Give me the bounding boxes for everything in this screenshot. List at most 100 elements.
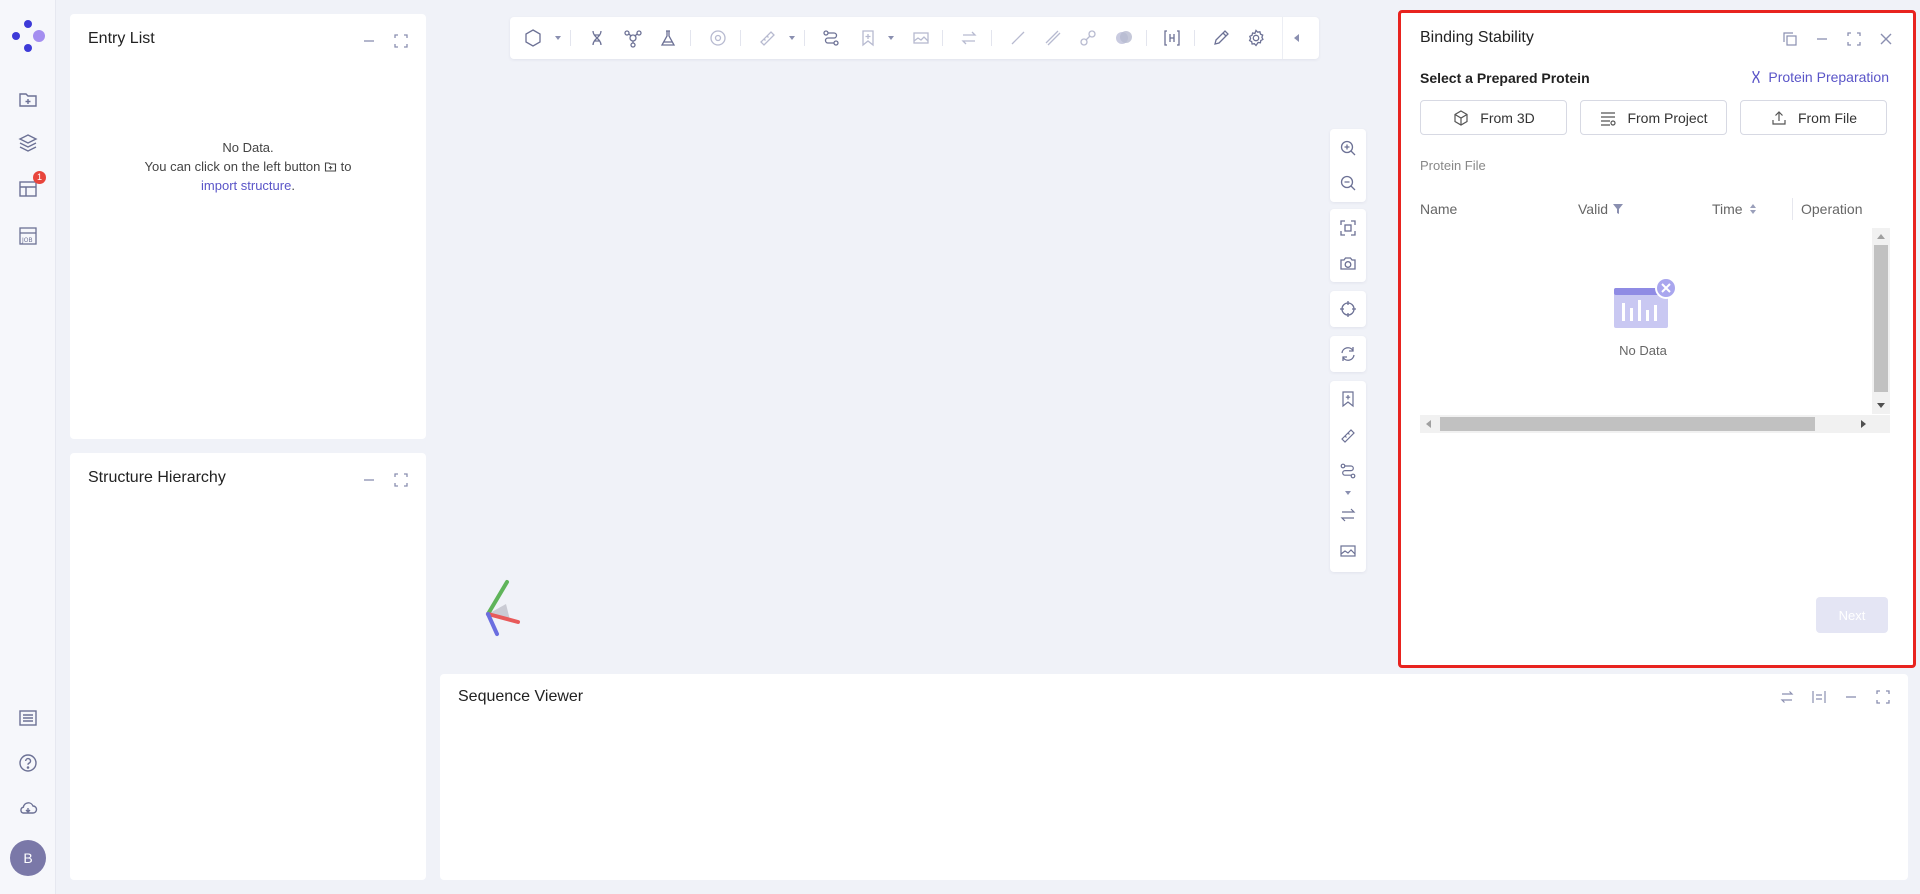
list-icon <box>1601 111 1617 126</box>
dna-button[interactable] <box>586 27 608 49</box>
hydrogen-button[interactable] <box>1161 27 1183 49</box>
jobs-button[interactable]: JOB <box>14 222 42 250</box>
bookmark-plus-icon <box>1342 391 1354 408</box>
cloud-button[interactable] <box>14 794 42 822</box>
measure-button[interactable] <box>756 27 778 49</box>
from-3d-label: From 3D <box>1480 109 1535 126</box>
table-view-button[interactable]: 1 <box>14 171 46 203</box>
list-icon <box>19 710 37 726</box>
surface-button[interactable] <box>707 27 729 49</box>
fullscreen-button[interactable] <box>1845 30 1863 48</box>
select-protein-label: Select a Prepared Protein <box>1420 70 1590 86</box>
bookmark-add-button[interactable] <box>857 27 879 49</box>
bond-tool-button[interactable] <box>1042 27 1064 49</box>
path-button[interactable] <box>820 27 842 49</box>
collapse-toolbar-button[interactable] <box>1294 34 1299 42</box>
protein-preparation-link[interactable]: Protein Preparation <box>1749 69 1889 85</box>
annotation-toolbar <box>1330 381 1366 572</box>
line-tool-button[interactable] <box>1007 27 1029 49</box>
vertical-scrollbar[interactable] <box>1872 228 1890 414</box>
rotate-button[interactable] <box>1338 344 1358 364</box>
from-project-label: From Project <box>1627 109 1708 126</box>
fit-view-button[interactable] <box>1338 218 1358 238</box>
dna-icon <box>592 30 602 46</box>
image-button[interactable] <box>910 27 932 49</box>
panel-title: Binding Stability <box>1420 29 1534 46</box>
overlay-button[interactable] <box>1113 27 1135 49</box>
chevron-down-icon[interactable] <box>555 36 561 40</box>
layers-button[interactable] <box>14 129 42 157</box>
zoom-toolbar <box>1330 129 1366 202</box>
center-view-button[interactable] <box>1338 299 1358 319</box>
scroll-thumb[interactable] <box>1874 245 1888 392</box>
close-button[interactable] <box>1877 30 1895 48</box>
sort-icon[interactable] <box>1748 203 1758 215</box>
app-logo-icon[interactable] <box>8 18 48 54</box>
close-icon <box>1880 33 1892 45</box>
from-file-button[interactable]: From File <box>1740 100 1887 135</box>
import-structure-link[interactable]: import structure <box>201 178 291 193</box>
task-list-button[interactable] <box>14 704 42 732</box>
scroll-left-icon[interactable] <box>1426 420 1431 428</box>
settings-button[interactable] <box>1245 27 1267 49</box>
chevron-down-icon[interactable] <box>888 36 894 40</box>
minimize-button[interactable] <box>360 471 378 489</box>
scroll-right-icon[interactable] <box>1861 420 1866 428</box>
empty-hint-text: You can click on the left button <box>144 159 321 174</box>
fullscreen-button[interactable] <box>392 471 410 489</box>
user-avatar[interactable]: B <box>10 840 46 876</box>
pencil-icon <box>1214 30 1229 45</box>
align-button[interactable] <box>958 27 980 49</box>
link-icon <box>1080 30 1096 46</box>
entry-list-panel: Entry List No Data. You can click on the… <box>70 14 426 439</box>
fullscreen-button[interactable] <box>1874 688 1892 706</box>
path-button[interactable] <box>1338 461 1358 481</box>
sequence-wrap-button[interactable] <box>1810 688 1828 706</box>
chevron-down-icon[interactable] <box>1345 491 1351 495</box>
rotate-toolbar <box>1330 336 1366 372</box>
empty-chart-icon <box>1614 277 1677 328</box>
column-header-time[interactable]: Time <box>1712 193 1758 225</box>
zoom-out-button[interactable] <box>1338 173 1358 193</box>
minimize-button[interactable] <box>1813 30 1831 48</box>
screenshot-button[interactable] <box>1338 253 1358 273</box>
flask-button[interactable] <box>657 27 679 49</box>
empty-text: No Data <box>1619 343 1667 358</box>
popout-button[interactable] <box>1781 30 1799 48</box>
entry-list-empty-state: No Data. You can click on the left butto… <box>70 138 426 195</box>
bookmark-button[interactable] <box>1338 389 1358 409</box>
flask-icon <box>660 30 676 46</box>
scroll-thumb[interactable] <box>1440 417 1815 431</box>
scroll-down-icon[interactable] <box>1877 403 1885 408</box>
filter-icon[interactable] <box>1613 203 1624 215</box>
empty-hint-text-end: to <box>340 159 352 174</box>
fullscreen-button[interactable] <box>392 32 410 50</box>
zoom-in-button[interactable] <box>1338 138 1358 158</box>
from-3d-button[interactable]: From 3D <box>1420 100 1567 135</box>
minimize-button[interactable] <box>1842 688 1860 706</box>
zoom-in-icon <box>1340 140 1356 156</box>
molecule-button[interactable] <box>622 27 644 49</box>
minimize-icon <box>1846 696 1856 698</box>
minimize-button[interactable] <box>360 32 378 50</box>
cloud-icon <box>20 802 38 814</box>
scroll-up-icon[interactable] <box>1877 234 1885 239</box>
line-icon <box>1011 31 1025 45</box>
chevron-down-icon[interactable] <box>789 36 795 40</box>
edit-button[interactable] <box>1210 27 1232 49</box>
import-structure-button[interactable] <box>14 85 42 113</box>
protein-preparation-label: Protein Preparation <box>1768 69 1889 85</box>
column-header-valid[interactable]: Valid <box>1578 193 1624 225</box>
help-button[interactable] <box>14 749 42 777</box>
from-project-button[interactable]: From Project <box>1580 100 1727 135</box>
align-button[interactable] <box>1338 505 1358 525</box>
display-style-button[interactable] <box>522 27 544 49</box>
axes-gizmo <box>480 578 530 638</box>
sequence-align-button[interactable] <box>1778 688 1796 706</box>
table-empty-state: No Data <box>1420 276 1866 358</box>
image-button[interactable] <box>1338 541 1358 561</box>
next-button[interactable]: Next <box>1816 597 1888 633</box>
measure-button[interactable] <box>1338 425 1358 445</box>
link-atoms-button[interactable] <box>1077 27 1099 49</box>
horizontal-scrollbar[interactable] <box>1420 415 1890 433</box>
